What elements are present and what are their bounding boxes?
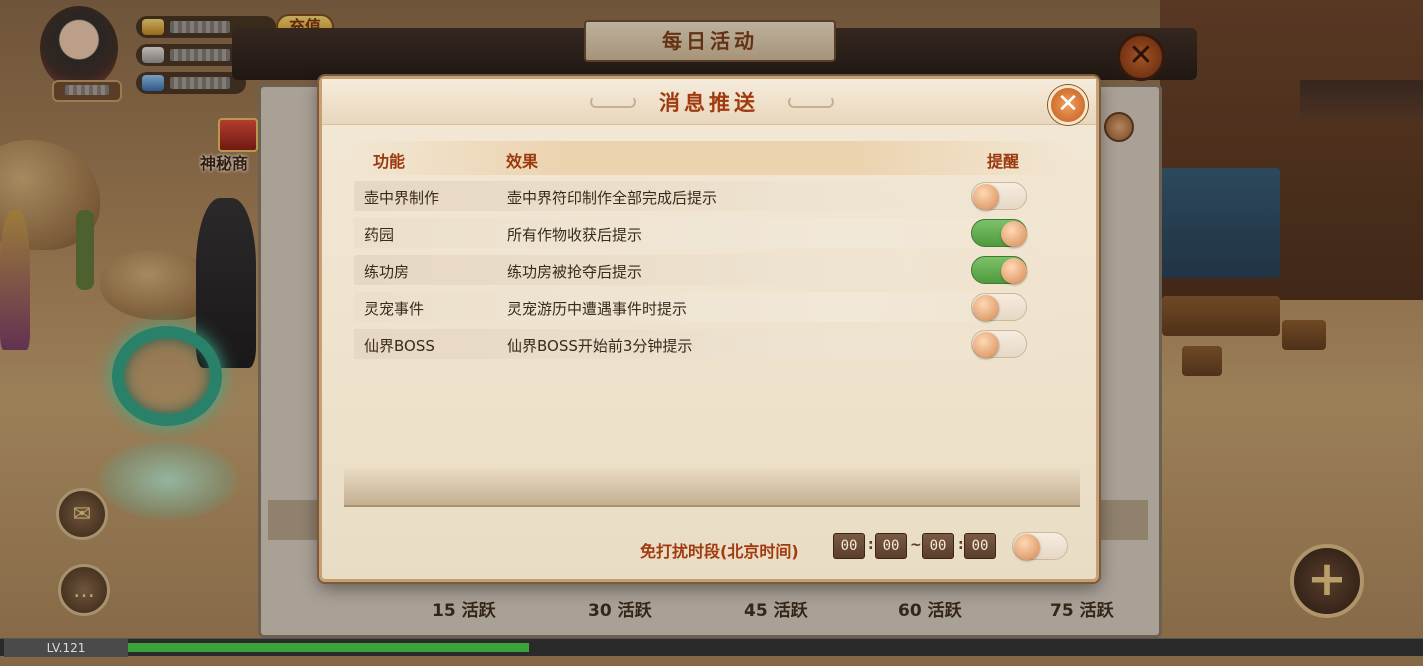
experience-bar: LV.121 (0, 638, 1423, 657)
notification-function: 灵宠事件 (364, 300, 425, 318)
notification-effect: 灵宠游历中遭遇事件时提示 (507, 300, 688, 318)
time-range-separator: ~ (910, 537, 922, 553)
message-push-dialog: 消息推送 ✕ 功能 效果 提醒 壶中界制作 壶中界符印制作全部完成后提示药园 所有作… (319, 76, 1099, 582)
remind-toggle[interactable] (971, 182, 1027, 210)
dnd-start-hour[interactable]: 00 (833, 533, 865, 559)
dialog-close-button[interactable]: ✕ (1048, 85, 1088, 125)
dnd-toggle[interactable] (1012, 532, 1068, 560)
remind-toggle[interactable] (971, 219, 1027, 247)
notification-row: 药园 所有作物收获后提示 (354, 218, 1066, 248)
notification-function: 练功房 (364, 263, 410, 281)
time-colon: : (958, 537, 964, 553)
column-header-remind: 提醒 (987, 152, 1020, 171)
notification-effect: 仙界BOSS开始前3分钟提示 (507, 337, 693, 355)
remind-toggle[interactable] (971, 330, 1027, 358)
notification-row: 壶中界制作 壶中界符印制作全部完成后提示 (354, 181, 1066, 211)
notification-effect: 壶中界符印制作全部完成后提示 (507, 189, 718, 207)
toggle-knob (1014, 534, 1040, 560)
notification-row: 灵宠事件 灵宠游历中遭遇事件时提示 (354, 292, 1066, 322)
cloud-ornament-right (788, 96, 834, 108)
notification-list: 壶中界制作 壶中界符印制作全部完成后提示药园 所有作物收获后提示练功房 练功房被抢夺后… (354, 181, 1066, 366)
notification-row: 仙界BOSS 仙界BOSS开始前3分钟提示 (354, 329, 1066, 359)
toggle-knob (973, 332, 999, 358)
dialog-title: 消息推送 (659, 90, 759, 115)
player-level-label: LV.121 (4, 639, 128, 657)
close-icon: ✕ (1057, 89, 1079, 119)
column-header-effect: 效果 (506, 152, 539, 171)
time-colon: : (868, 537, 874, 553)
column-header-function: 功能 (373, 152, 406, 171)
notification-function: 仙界BOSS (364, 337, 435, 355)
toggle-knob (1001, 221, 1027, 247)
dialog-header: 消息推送 (322, 79, 1096, 125)
remind-toggle[interactable] (971, 293, 1027, 321)
toggle-knob (973, 295, 999, 321)
experience-fill (128, 643, 529, 652)
toggle-knob (1001, 258, 1027, 284)
notification-row: 练功房 练功房被抢夺后提示 (354, 255, 1066, 285)
notification-effect: 练功房被抢夺后提示 (507, 263, 643, 281)
list-footer-band (344, 469, 1080, 507)
dnd-end-minute[interactable]: 00 (964, 533, 996, 559)
notification-function: 壶中界制作 (364, 189, 440, 207)
dnd-end-hour[interactable]: 00 (922, 533, 954, 559)
dnd-start-minute[interactable]: 00 (875, 533, 907, 559)
remind-toggle[interactable] (971, 256, 1027, 284)
toggle-knob (973, 184, 999, 210)
column-header-row: 功能 效果 提醒 (346, 141, 1074, 175)
notification-function: 药园 (364, 226, 395, 244)
do-not-disturb-label: 免打扰时段(北京时间) (640, 542, 799, 561)
notification-effect: 所有作物收获后提示 (507, 226, 643, 244)
